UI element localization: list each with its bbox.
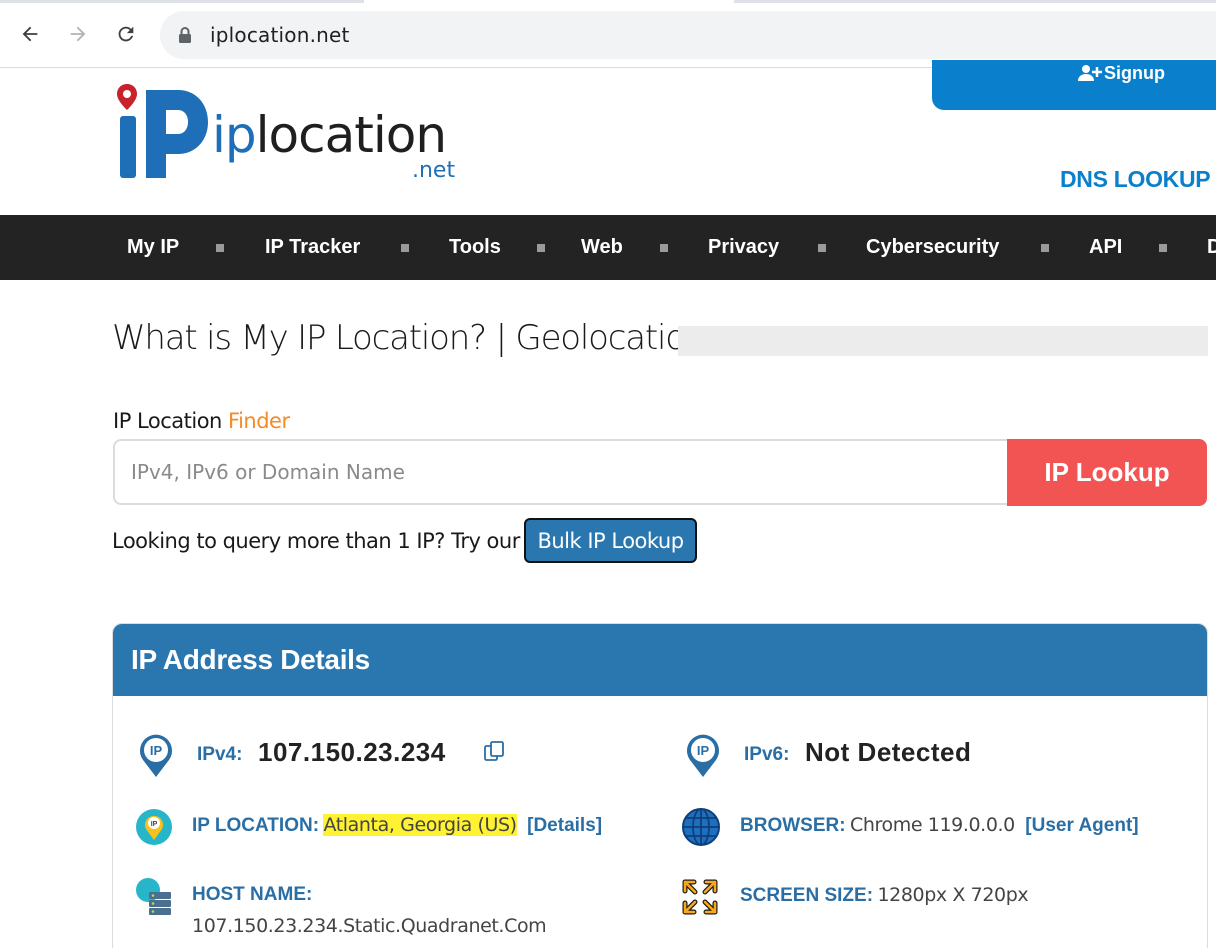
ipv4-label: IPv4: — [197, 744, 243, 765]
signup-label: Signup — [1104, 63, 1165, 83]
nav-separator — [537, 244, 545, 252]
panel-title: IP Address Details — [131, 644, 370, 675]
panel-header: IP Address Details — [113, 624, 1207, 696]
user-agent-link[interactable]: [User Agent] — [1025, 815, 1138, 836]
finder-label: IP Location Finder — [113, 409, 290, 433]
add-user-icon — [1078, 64, 1102, 87]
location-badge-icon: IP — [135, 808, 173, 851]
ipv6-value: Not Detected — [805, 737, 972, 767]
globe-icon — [681, 807, 721, 852]
reload-icon[interactable] — [110, 18, 142, 50]
page-title: What is My IP Location? | Geolocation — [112, 318, 706, 358]
tab-strip — [0, 0, 1216, 3]
svg-text:IP: IP — [697, 743, 710, 758]
nav-separator — [818, 244, 826, 252]
ip-location-row: IP LOCATION: Atlanta, Georgia (US) [Deta… — [192, 814, 602, 837]
ip-logo-icon — [117, 84, 208, 178]
nav-item-privacy[interactable]: Privacy — [708, 236, 779, 259]
logo-tld: .net — [412, 158, 456, 183]
nav-item-cybersecurity[interactable]: Cybersecurity — [866, 236, 999, 259]
screen-size-label: SCREEN SIZE: — [740, 885, 874, 906]
forward-arrow-icon[interactable] — [62, 18, 94, 50]
logo-wordmark: iplocation — [212, 106, 447, 164]
svg-text:IP: IP — [151, 821, 158, 828]
dns-lookup-link[interactable]: DNS LOOKUP — [1060, 166, 1211, 193]
main-nav: My IP IP Tracker Tools Web Privacy Cyber… — [0, 215, 1216, 280]
resize-arrows-icon — [681, 878, 719, 921]
copy-icon[interactable] — [483, 740, 507, 769]
address-bar[interactable]: iplocation.net — [160, 11, 1216, 59]
ip-details-panel: IP Address Details IP IPv4: 107.150.23.2… — [112, 623, 1208, 948]
ipv4-value[interactable]: 107.150.23.234 — [258, 737, 446, 768]
back-arrow-icon[interactable] — [14, 18, 46, 50]
nav-item-tools[interactable]: Tools — [449, 236, 501, 259]
screen-size-value: 1280px X 720px — [877, 884, 1029, 906]
browser-toolbar: iplocation.net — [0, 0, 1216, 68]
signup-button[interactable]: Signup — [932, 60, 1216, 110]
ip-location-label: IP LOCATION: — [192, 815, 320, 836]
ip-pin-icon: IP — [684, 732, 722, 783]
server-icon — [135, 878, 173, 921]
nav-separator — [660, 244, 668, 252]
bulk-ip-lookup-button[interactable]: Bulk IP Lookup — [524, 518, 697, 563]
url-text[interactable]: iplocation.net — [210, 23, 350, 47]
ip-pin-icon: IP — [137, 732, 175, 783]
title-placeholder-bar — [678, 326, 1208, 356]
browser-row: BROWSER: Chrome 119.0.0.0 [User Agent] — [740, 814, 1139, 837]
location-details-link[interactable]: [Details] — [527, 815, 602, 836]
nav-separator — [216, 244, 224, 252]
ipv6-label: IPv6: — [744, 744, 790, 765]
host-name-value: 107.150.23.234.Static.Quadranet.Com — [192, 915, 547, 937]
nav-separator — [1041, 244, 1049, 252]
finder-label-accent: Finder — [228, 409, 290, 433]
bulk-prompt-text: Looking to query more than 1 IP? Try our — [112, 529, 520, 553]
finder-label-text: IP Location — [113, 409, 229, 433]
ip-location-value: Atlanta, Georgia (US) — [323, 814, 517, 836]
host-name-label: HOST NAME: — [192, 884, 313, 905]
nav-item-ip-tracker[interactable]: IP Tracker — [265, 236, 360, 259]
browser-value: Chrome 119.0.0.0 — [850, 814, 1015, 836]
screen-size-row: SCREEN SIZE: 1280px X 720px — [740, 884, 1029, 907]
nav-item-my-ip[interactable]: My IP — [127, 236, 179, 259]
ip-search-input[interactable] — [113, 439, 1007, 505]
browser-label: BROWSER: — [740, 815, 846, 836]
svg-text:IP: IP — [150, 743, 163, 758]
nav-separator — [401, 244, 409, 252]
nav-item-api[interactable]: API — [1089, 236, 1122, 259]
ip-lookup-button[interactable]: IP Lookup — [1007, 439, 1207, 506]
site-logo[interactable]: iplocation .net — [116, 84, 476, 188]
nav-separator — [1159, 244, 1167, 252]
active-tab[interactable] — [364, 0, 734, 3]
nav-item-web[interactable]: Web — [581, 236, 623, 259]
nav-item-truncated[interactable]: D — [1207, 236, 1216, 259]
lock-icon[interactable] — [178, 26, 192, 49]
